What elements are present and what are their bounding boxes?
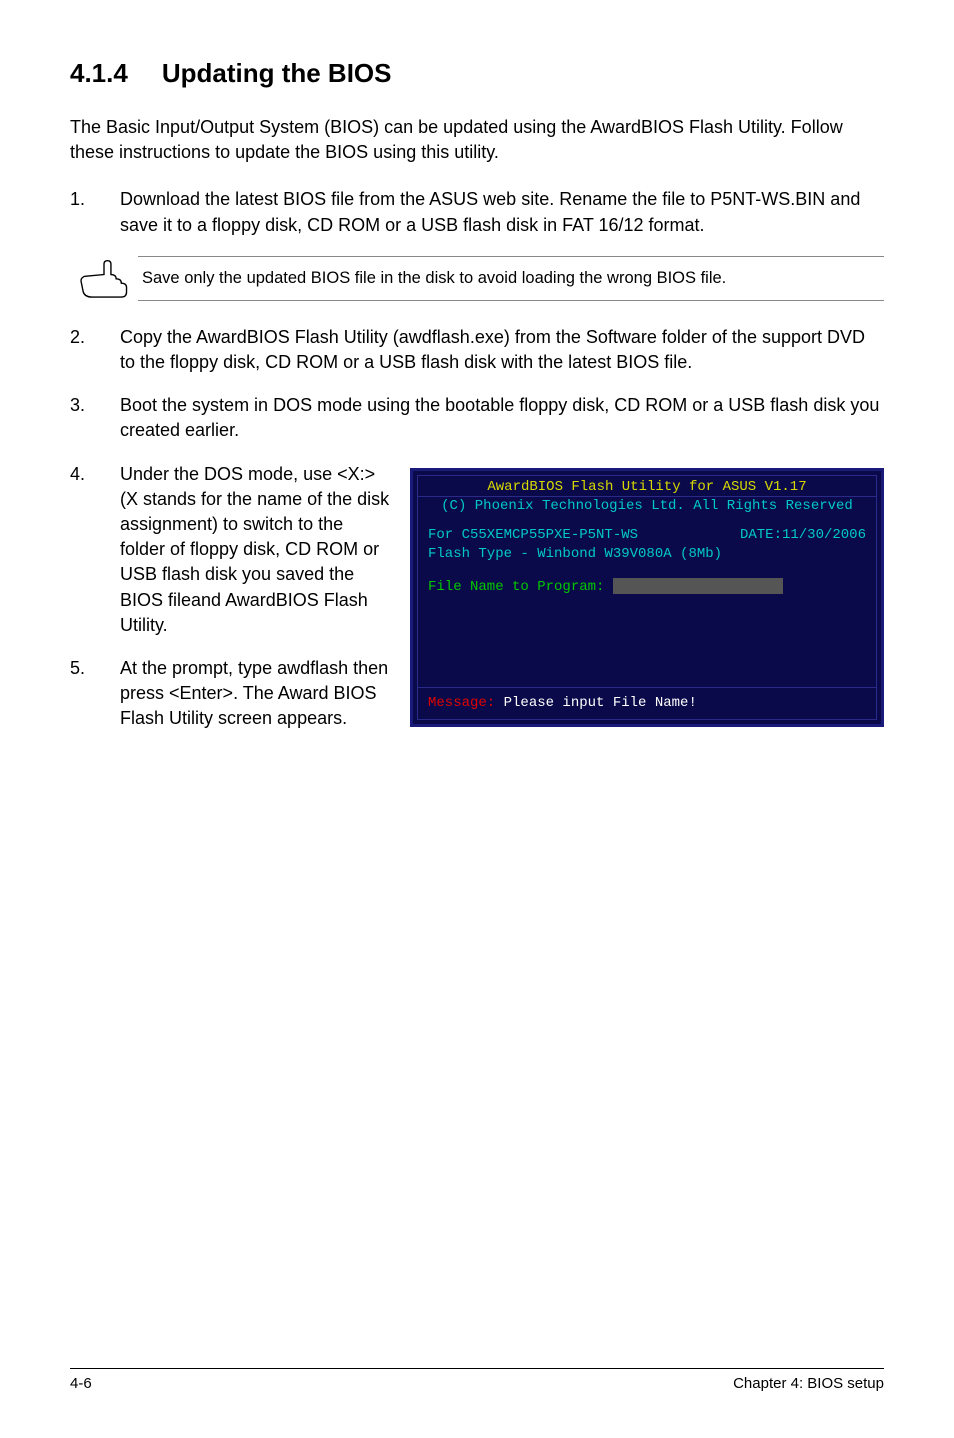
list-item: 2. Copy the AwardBIOS Flash Utility (awd… — [70, 325, 884, 375]
note-row: Save only the updated BIOS file in the d… — [70, 256, 884, 301]
screenshot-message-text: Please input File Name! — [495, 695, 697, 711]
steps-list-2: 2. Copy the AwardBIOS Flash Utility (awd… — [70, 325, 884, 444]
section-heading: 4.1.4 Updating the BIOS — [70, 58, 884, 89]
step-number: 1. — [70, 187, 120, 237]
step-text: Download the latest BIOS file from the A… — [120, 187, 884, 237]
chapter-label: Chapter 4: BIOS setup — [733, 1375, 884, 1392]
list-item: 3. Boot the system in DOS mode using the… — [70, 393, 884, 443]
step-number: 4. — [70, 462, 120, 638]
section-title: Updating the BIOS — [162, 58, 392, 88]
page-number: 4-6 — [70, 1375, 92, 1392]
step-text: At the prompt, type awdflash then press … — [120, 656, 390, 732]
screenshot-input-field — [613, 578, 783, 594]
pointing-hand-icon — [70, 257, 138, 299]
screenshot-message-label: Message: — [428, 695, 495, 711]
note-text: Save only the updated BIOS file in the d… — [138, 256, 884, 301]
page-footer: 4-6 Chapter 4: BIOS setup — [70, 1368, 884, 1392]
list-item: 1. Download the latest BIOS file from th… — [70, 187, 884, 237]
steps-list-3: 4. Under the DOS mode, use <X:> (X stand… — [70, 462, 390, 732]
screenshot-for-line: For C55XEMCP55PXE-P5NT-WS — [428, 526, 638, 545]
step-number: 2. — [70, 325, 120, 375]
section-number: 4.1.4 — [70, 58, 128, 89]
step-text: Boot the system in DOS mode using the bo… — [120, 393, 884, 443]
step-text: Copy the AwardBIOS Flash Utility (awdfla… — [120, 325, 884, 375]
step-text: Under the DOS mode, use <X:> (X stands f… — [120, 462, 390, 638]
bios-flash-screenshot: AwardBIOS Flash Utility for ASUS V1.17 (… — [410, 468, 884, 728]
screenshot-date: DATE:11/30/2006 — [740, 526, 866, 545]
step-number: 5. — [70, 656, 120, 732]
screenshot-file-prompt: File Name to Program: — [428, 579, 604, 595]
list-item: 4. Under the DOS mode, use <X:> (X stand… — [70, 462, 390, 638]
screenshot-flash-type: Flash Type - Winbond W39V080A (8Mb) — [428, 545, 866, 564]
list-item: 5. At the prompt, type awdflash then pre… — [70, 656, 390, 732]
step-number: 3. — [70, 393, 120, 443]
steps-list-1: 1. Download the latest BIOS file from th… — [70, 187, 884, 237]
screenshot-header-1: AwardBIOS Flash Utility for ASUS V1.17 — [418, 476, 876, 498]
screenshot-header-2: (C) Phoenix Technologies Ltd. All Rights… — [418, 497, 876, 518]
intro-paragraph: The Basic Input/Output System (BIOS) can… — [70, 115, 884, 165]
